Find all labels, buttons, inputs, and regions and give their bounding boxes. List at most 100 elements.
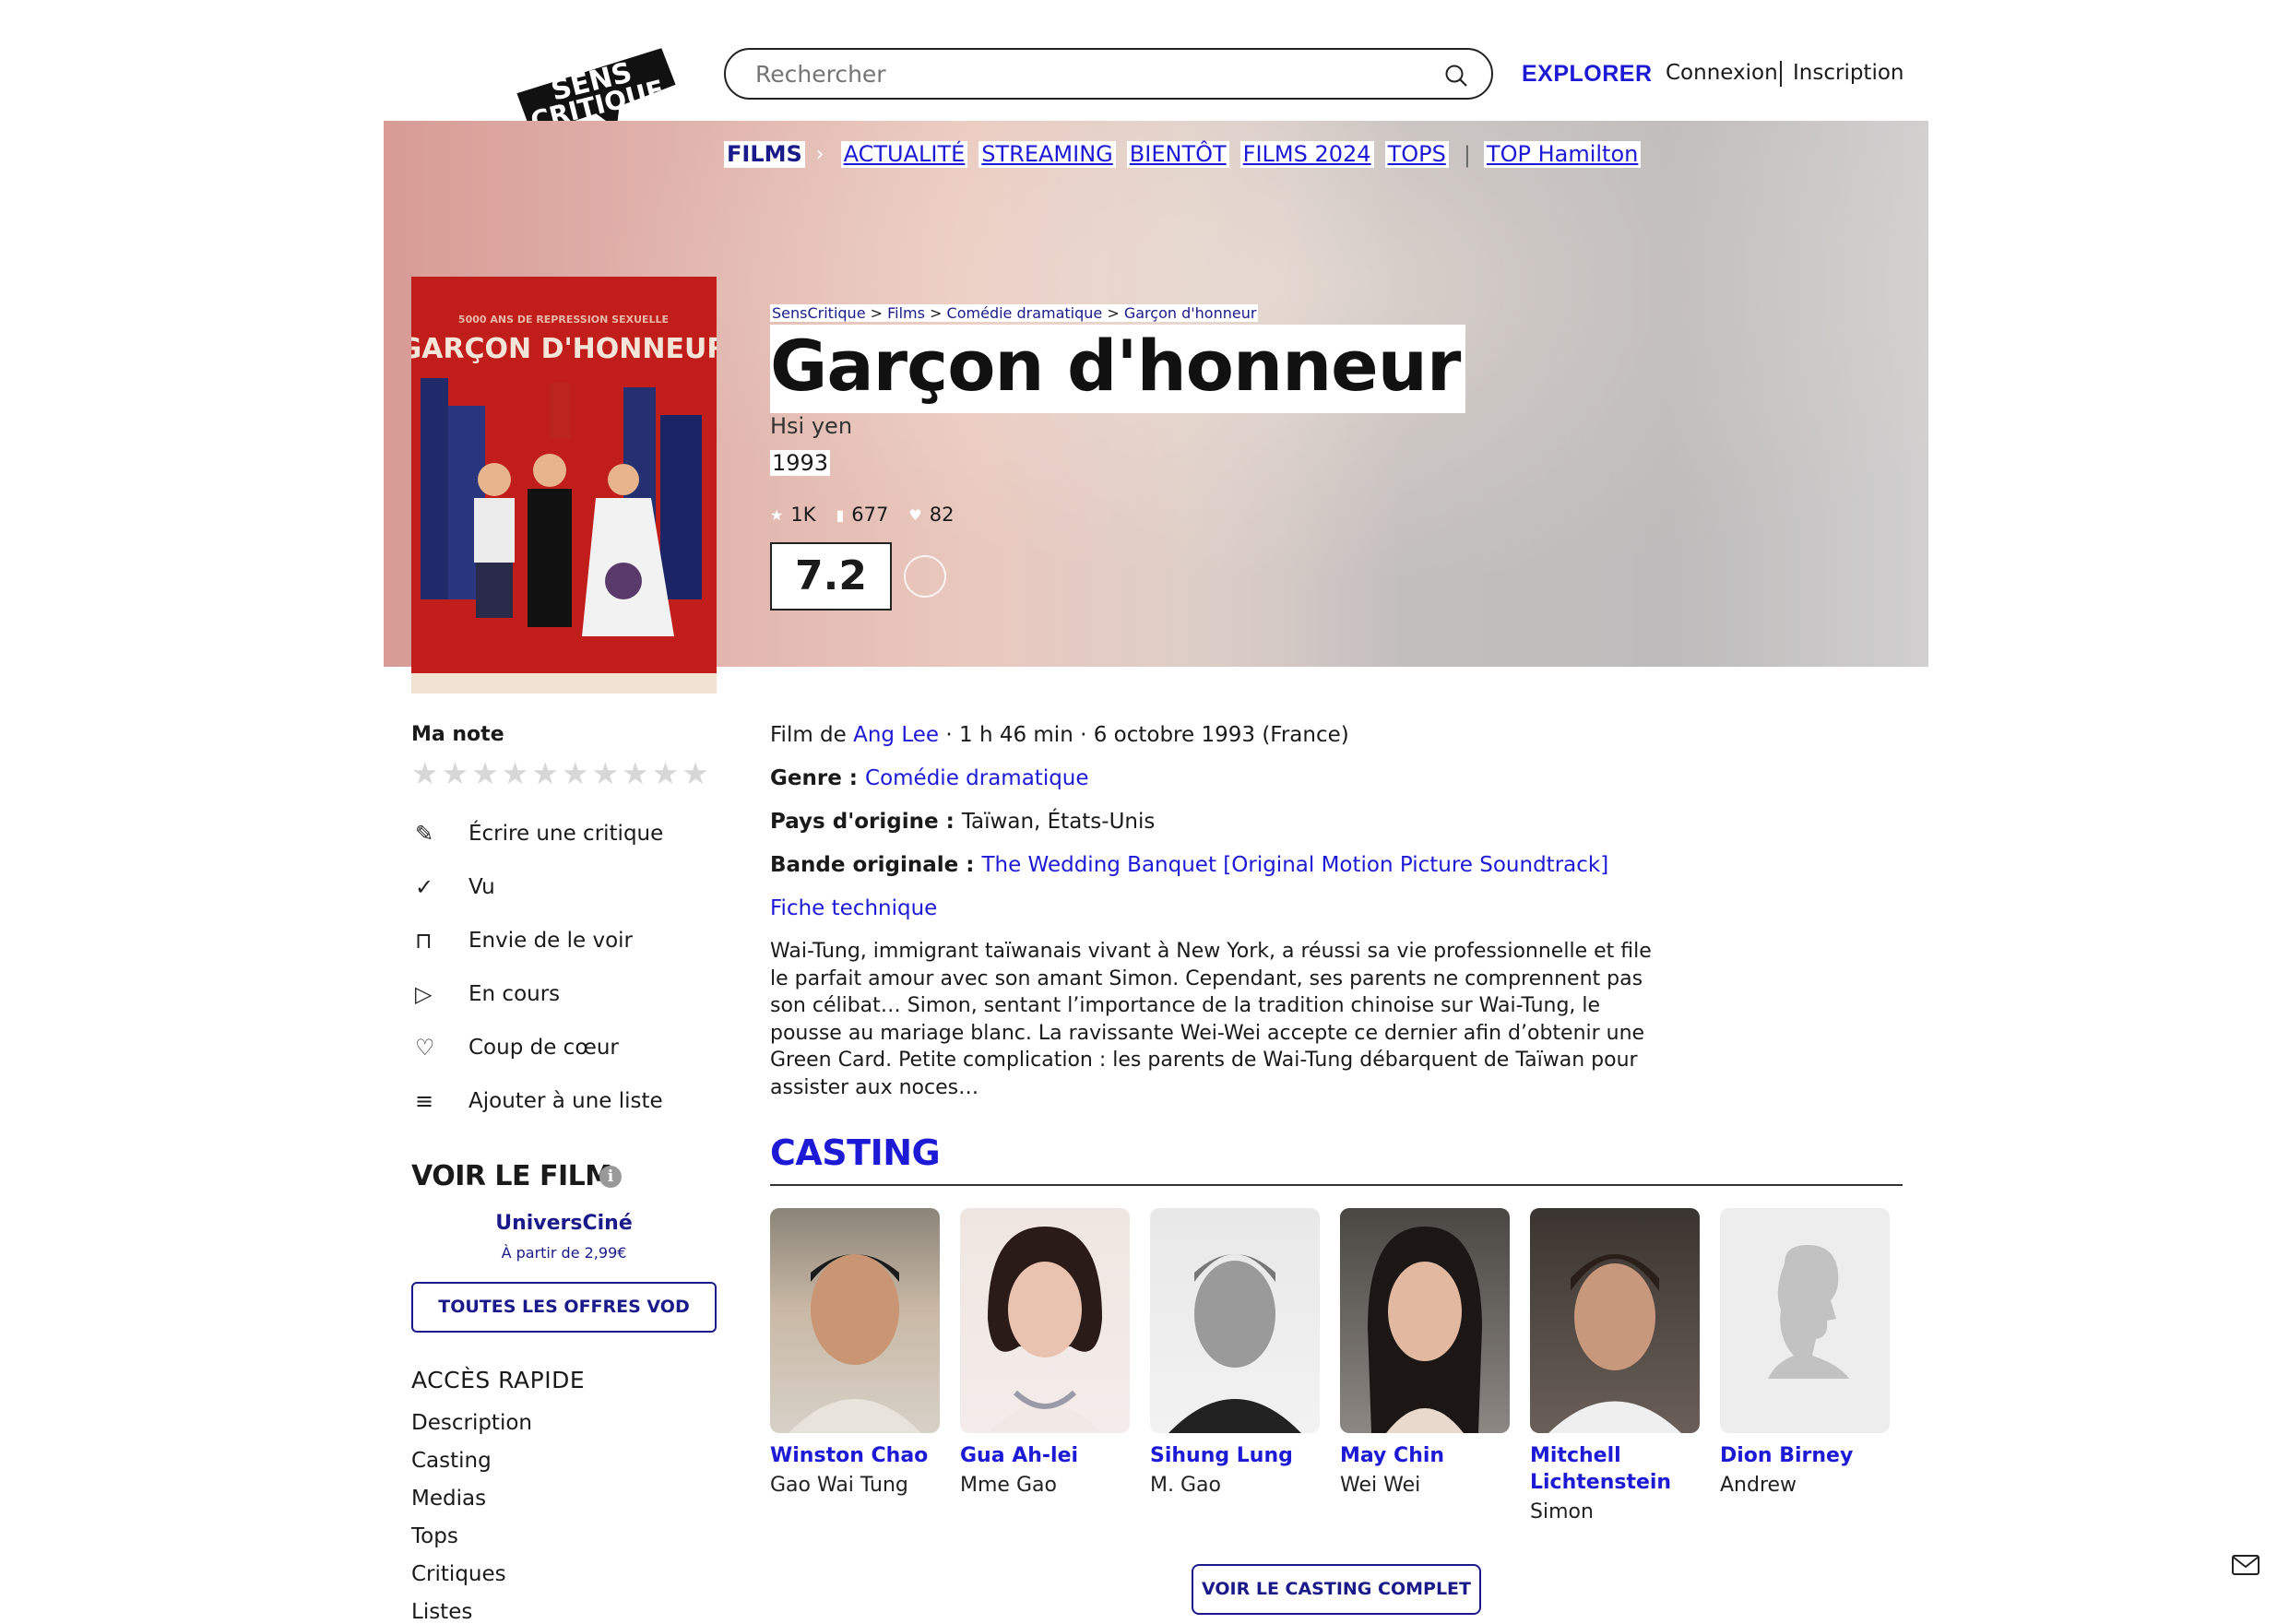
action-seen[interactable]: ✓ Vu <box>415 874 495 900</box>
breadcrumb: SensCritique > Films > Comédie dramatiqu… <box>770 304 1259 322</box>
casting-title: CASTING <box>770 1132 941 1173</box>
quick-link-critiques[interactable]: Critiques <box>411 1562 506 1586</box>
genre-link[interactable]: Comédie dramatique <box>865 766 1089 790</box>
full-casting-button[interactable]: VOIR LE CASTING COMPLET <box>1192 1564 1481 1615</box>
actor-role: Andrew <box>1720 1474 1797 1497</box>
average-rating[interactable]: 7.2 <box>770 542 892 610</box>
login-link[interactable]: Connexion <box>1666 61 1778 85</box>
soundtrack-link[interactable]: The Wedding Banquet [Original Motion Pic… <box>981 853 1608 877</box>
star-icon: ★ <box>770 505 784 524</box>
action-wishlist[interactable]: ⊓ Envie de le voir <box>415 928 633 954</box>
actor-role: Mme Gao <box>960 1474 1057 1497</box>
original-title: Hsi yen <box>770 413 853 439</box>
signup-link[interactable]: Inscription <box>1793 61 1904 85</box>
action-favorite[interactable]: ♡ Coup de cœur <box>415 1035 619 1061</box>
search-bar[interactable] <box>724 48 1493 100</box>
breadcrumb-current[interactable]: Garçon d'honneur <box>1124 304 1257 322</box>
release-year[interactable]: 1993 <box>770 450 831 476</box>
actor-photo[interactable] <box>960 1208 1130 1433</box>
actor-photo[interactable] <box>770 1208 940 1433</box>
star-icon[interactable]: ★ <box>682 758 709 788</box>
vod-provider-link[interactable]: UniversCiné <box>411 1212 717 1235</box>
page-title: Garçon d'honneur <box>770 325 1466 413</box>
actor-name[interactable]: Mitchell Lichtenstein <box>1530 1442 1700 1496</box>
cast-card[interactable]: Winston Chao Gao Wai Tung <box>770 1208 940 1497</box>
star-icon[interactable]: ★ <box>592 758 620 788</box>
quick-access-title: ACCÈS RAPIDE <box>411 1367 586 1393</box>
action-add-to-list[interactable]: ≡ Ajouter à une liste <box>415 1088 663 1114</box>
star-icon[interactable]: ★ <box>502 758 529 788</box>
person-silhouette-icon <box>1768 1245 1849 1379</box>
star-icon[interactable]: ★ <box>471 758 499 788</box>
quick-link-casting[interactable]: Casting <box>411 1449 492 1473</box>
stats-row: ★ 1K ▮ 677 ♥ 82 <box>770 504 954 526</box>
explore-link[interactable]: EXPLORER <box>1522 61 1653 88</box>
action-label: En cours <box>468 982 561 1006</box>
star-icon[interactable]: ★ <box>531 758 559 788</box>
quick-link-listes[interactable]: Listes <box>411 1600 472 1624</box>
search-input[interactable] <box>753 60 1421 89</box>
mail-icon[interactable] <box>2232 1555 2259 1575</box>
rating-stars[interactable]: ★ ★ ★ ★ ★ ★ ★ ★ ★ ★ <box>411 758 709 788</box>
poster-tagline: 5000 ANS DE REPRESSION SEXUELLE <box>458 314 669 326</box>
genre-label: Genre : <box>770 766 866 790</box>
action-write-review[interactable]: ✎ Écrire une critique <box>415 821 663 847</box>
country-value: Taïwan, États-Unis <box>961 810 1156 834</box>
cast-card[interactable]: Gua Ah-lei Mme Gao <box>960 1208 1130 1497</box>
quick-link-medias[interactable]: Medias <box>411 1487 486 1511</box>
actor-name[interactable]: Gua Ah-lei <box>960 1442 1130 1469</box>
actor-role: M. Gao <box>1150 1474 1221 1497</box>
movie-poster[interactable]: 5000 ANS DE REPRESSION SEXUELLE GARÇON D… <box>411 277 717 693</box>
actor-name[interactable]: Sihung Lung <box>1150 1442 1320 1469</box>
films-nav: FILMS › ACTUALITÉ STREAMING BIENTÔT FILM… <box>724 141 1652 168</box>
soundtrack-line: Bande originale : The Wedding Banquet [O… <box>770 853 1608 877</box>
breadcrumb-films[interactable]: Films <box>887 304 925 322</box>
actor-photo-placeholder[interactable] <box>1720 1208 1890 1433</box>
all-vod-offers-button[interactable]: TOUTES LES OFFRES VOD <box>411 1282 717 1333</box>
director-link[interactable]: Ang Lee <box>853 723 939 747</box>
cast-card[interactable]: Dion Birney Andrew <box>1720 1208 1890 1497</box>
cast-card[interactable]: Sihung Lung M. Gao <box>1150 1208 1320 1497</box>
action-label: Ajouter à une liste <box>468 1089 663 1113</box>
breadcrumb-senscritique[interactable]: SensCritique <box>772 304 866 322</box>
rating-distribution-icon[interactable] <box>904 555 946 598</box>
country-line: Pays d'origine : Taïwan, États-Unis <box>770 810 1155 834</box>
nav-films[interactable]: FILMS <box>724 141 805 168</box>
actor-photo[interactable] <box>1340 1208 1510 1433</box>
actor-photo[interactable] <box>1530 1208 1700 1433</box>
breadcrumb-genre[interactable]: Comédie dramatique <box>947 304 1103 322</box>
quick-link-description[interactable]: Description <box>411 1411 532 1435</box>
actor-name[interactable]: Dion Birney <box>1720 1442 1890 1469</box>
nav-bientot[interactable]: BIENTÔT <box>1126 141 1229 168</box>
action-label: Envie de le voir <box>468 929 634 953</box>
actor-role: Simon <box>1530 1500 1594 1523</box>
my-note-label: Ma note <box>411 723 504 746</box>
stat-favorites: 82 <box>929 504 955 526</box>
nav-streaming[interactable]: STREAMING <box>978 141 1116 168</box>
star-icon[interactable]: ★ <box>622 758 649 788</box>
star-icon[interactable]: ★ <box>411 758 439 788</box>
nav-actualite[interactable]: ACTUALITÉ <box>840 141 968 168</box>
nav-top-hamilton[interactable]: TOP Hamilton <box>1483 141 1642 168</box>
info-icon[interactable]: i <box>599 1166 622 1188</box>
star-icon[interactable]: ★ <box>562 758 589 788</box>
action-in-progress[interactable]: ▷ En cours <box>415 981 560 1007</box>
soundtrack-label: Bande originale : <box>770 853 982 877</box>
tech-sheet-link[interactable]: Fiche technique <box>770 896 937 920</box>
nav-films-2024[interactable]: FILMS 2024 <box>1239 141 1374 168</box>
auth-separator <box>1780 61 1782 87</box>
search-icon[interactable] <box>1443 63 1469 89</box>
country-label: Pays d'origine : <box>770 810 962 834</box>
actor-photo[interactable] <box>1150 1208 1320 1433</box>
cast-card[interactable]: Mitchell Lichtenstein Simon <box>1530 1208 1700 1523</box>
star-icon[interactable]: ★ <box>442 758 469 788</box>
star-icon[interactable]: ★ <box>652 758 680 788</box>
play-icon: ▷ <box>415 981 433 1007</box>
actor-name[interactable]: Winston Chao <box>770 1442 940 1469</box>
actor-name[interactable]: May Chin <box>1340 1442 1510 1469</box>
nav-tops[interactable]: TOPS <box>1384 141 1449 168</box>
quick-link-tops[interactable]: Tops <box>411 1524 458 1548</box>
bookmark-icon: ⊓ <box>415 928 433 954</box>
check-icon: ✓ <box>415 874 434 900</box>
cast-card[interactable]: May Chin Wei Wei <box>1340 1208 1510 1497</box>
